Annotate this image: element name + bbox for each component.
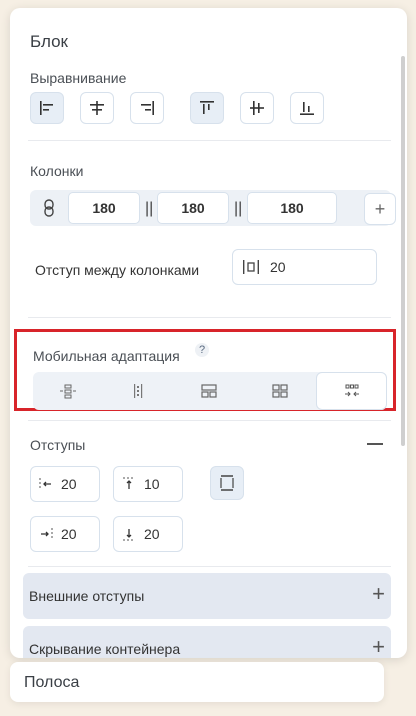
block-settings-panel: Блок Выравнивание Колонки 180 || 180 || … (10, 8, 407, 658)
align-left-icon (40, 101, 53, 115)
mobile-option-compress[interactable] (316, 372, 387, 410)
accordion-outer-paddings[interactable]: Внешние отступы + (23, 573, 391, 619)
align-top-button[interactable] (190, 92, 224, 124)
paddings-label: Отступы (30, 437, 86, 453)
padding-top-input[interactable]: 10 (113, 466, 183, 502)
collapse-paddings-icon[interactable] (367, 443, 383, 445)
padding-bottom-input[interactable]: 20 (113, 516, 183, 552)
padding-left-icon (39, 477, 61, 491)
padding-left-value: 20 (61, 476, 77, 492)
help-icon[interactable]: ? (195, 343, 209, 357)
divider (28, 317, 391, 318)
padding-frame-icon (220, 475, 234, 491)
column-width-input-3[interactable]: 180 (247, 192, 337, 224)
scrollbar[interactable] (401, 56, 405, 446)
column-width-input-2[interactable]: 180 (157, 192, 229, 224)
column-width-input-1[interactable]: 180 (68, 192, 140, 224)
add-column-button[interactable]: + (364, 193, 396, 225)
padding-bottom-icon (122, 527, 144, 541)
align-bottom-icon (300, 102, 314, 115)
grid-2-2-icon (272, 384, 288, 398)
mobile-option-grid-2-2[interactable] (245, 372, 315, 410)
expand-plus-icon: + (372, 581, 385, 606)
align-bottom-button[interactable] (290, 92, 324, 124)
align-top-icon (200, 101, 214, 114)
mobile-adaptation-label: Мобильная адаптация (33, 348, 180, 364)
column-gap-input[interactable]: 20 (232, 249, 377, 285)
column-split-icon (134, 384, 143, 398)
align-center-vertical-icon (250, 101, 264, 115)
column-separator: || (145, 200, 154, 217)
mobile-adaptation-highlight: Мобильная адаптация ? (14, 329, 396, 411)
padding-top-icon (122, 477, 144, 491)
next-block-card[interactable]: Полоса (10, 662, 384, 702)
align-center-horizontal-button[interactable] (80, 92, 114, 124)
next-block-title: Полоса (24, 674, 80, 691)
align-left-button[interactable] (30, 92, 64, 124)
mobile-option-stack[interactable] (33, 372, 103, 410)
mobile-option-columns[interactable] (103, 372, 173, 410)
expand-plus-icon: + (372, 634, 385, 658)
column-separator: || (234, 200, 243, 217)
divider (28, 420, 391, 421)
columns-group: 180 || 180 || 180 + (30, 190, 396, 226)
alignment-label: Выравнивание (30, 70, 127, 86)
mobile-layout-selector (33, 372, 387, 410)
column-gap-value: 20 (270, 259, 286, 275)
align-right-icon (141, 101, 154, 115)
panel-title: Блок (30, 32, 68, 51)
column-gap-label: Отступ между колонками (35, 262, 200, 278)
align-center-vertical-button[interactable] (240, 92, 274, 124)
align-center-horizontal-icon (90, 101, 104, 115)
align-right-button[interactable] (130, 92, 164, 124)
divider (28, 140, 391, 141)
accordion-label: Внешние отступы (29, 588, 145, 604)
padding-left-input[interactable]: 20 (30, 466, 100, 502)
padding-link-toggle[interactable] (210, 466, 244, 500)
mobile-option-grid-1-2[interactable] (174, 372, 244, 410)
columns-label: Колонки (30, 163, 84, 179)
accordion-hide-container[interactable]: Скрывание контейнера + (23, 626, 391, 658)
padding-right-input[interactable]: 20 (30, 516, 100, 552)
link-icon[interactable] (42, 199, 56, 222)
padding-right-icon (39, 527, 61, 541)
grid-1-2-icon (201, 384, 217, 398)
column-gap-icon (242, 259, 260, 275)
padding-right-value: 20 (61, 526, 77, 542)
divider (28, 566, 391, 567)
accordion-label: Скрывание контейнера (29, 641, 181, 657)
stack-vertical-icon (60, 384, 76, 399)
compress-horizontal-icon (344, 384, 359, 397)
padding-top-value: 10 (144, 476, 160, 492)
padding-bottom-value: 20 (144, 526, 160, 542)
